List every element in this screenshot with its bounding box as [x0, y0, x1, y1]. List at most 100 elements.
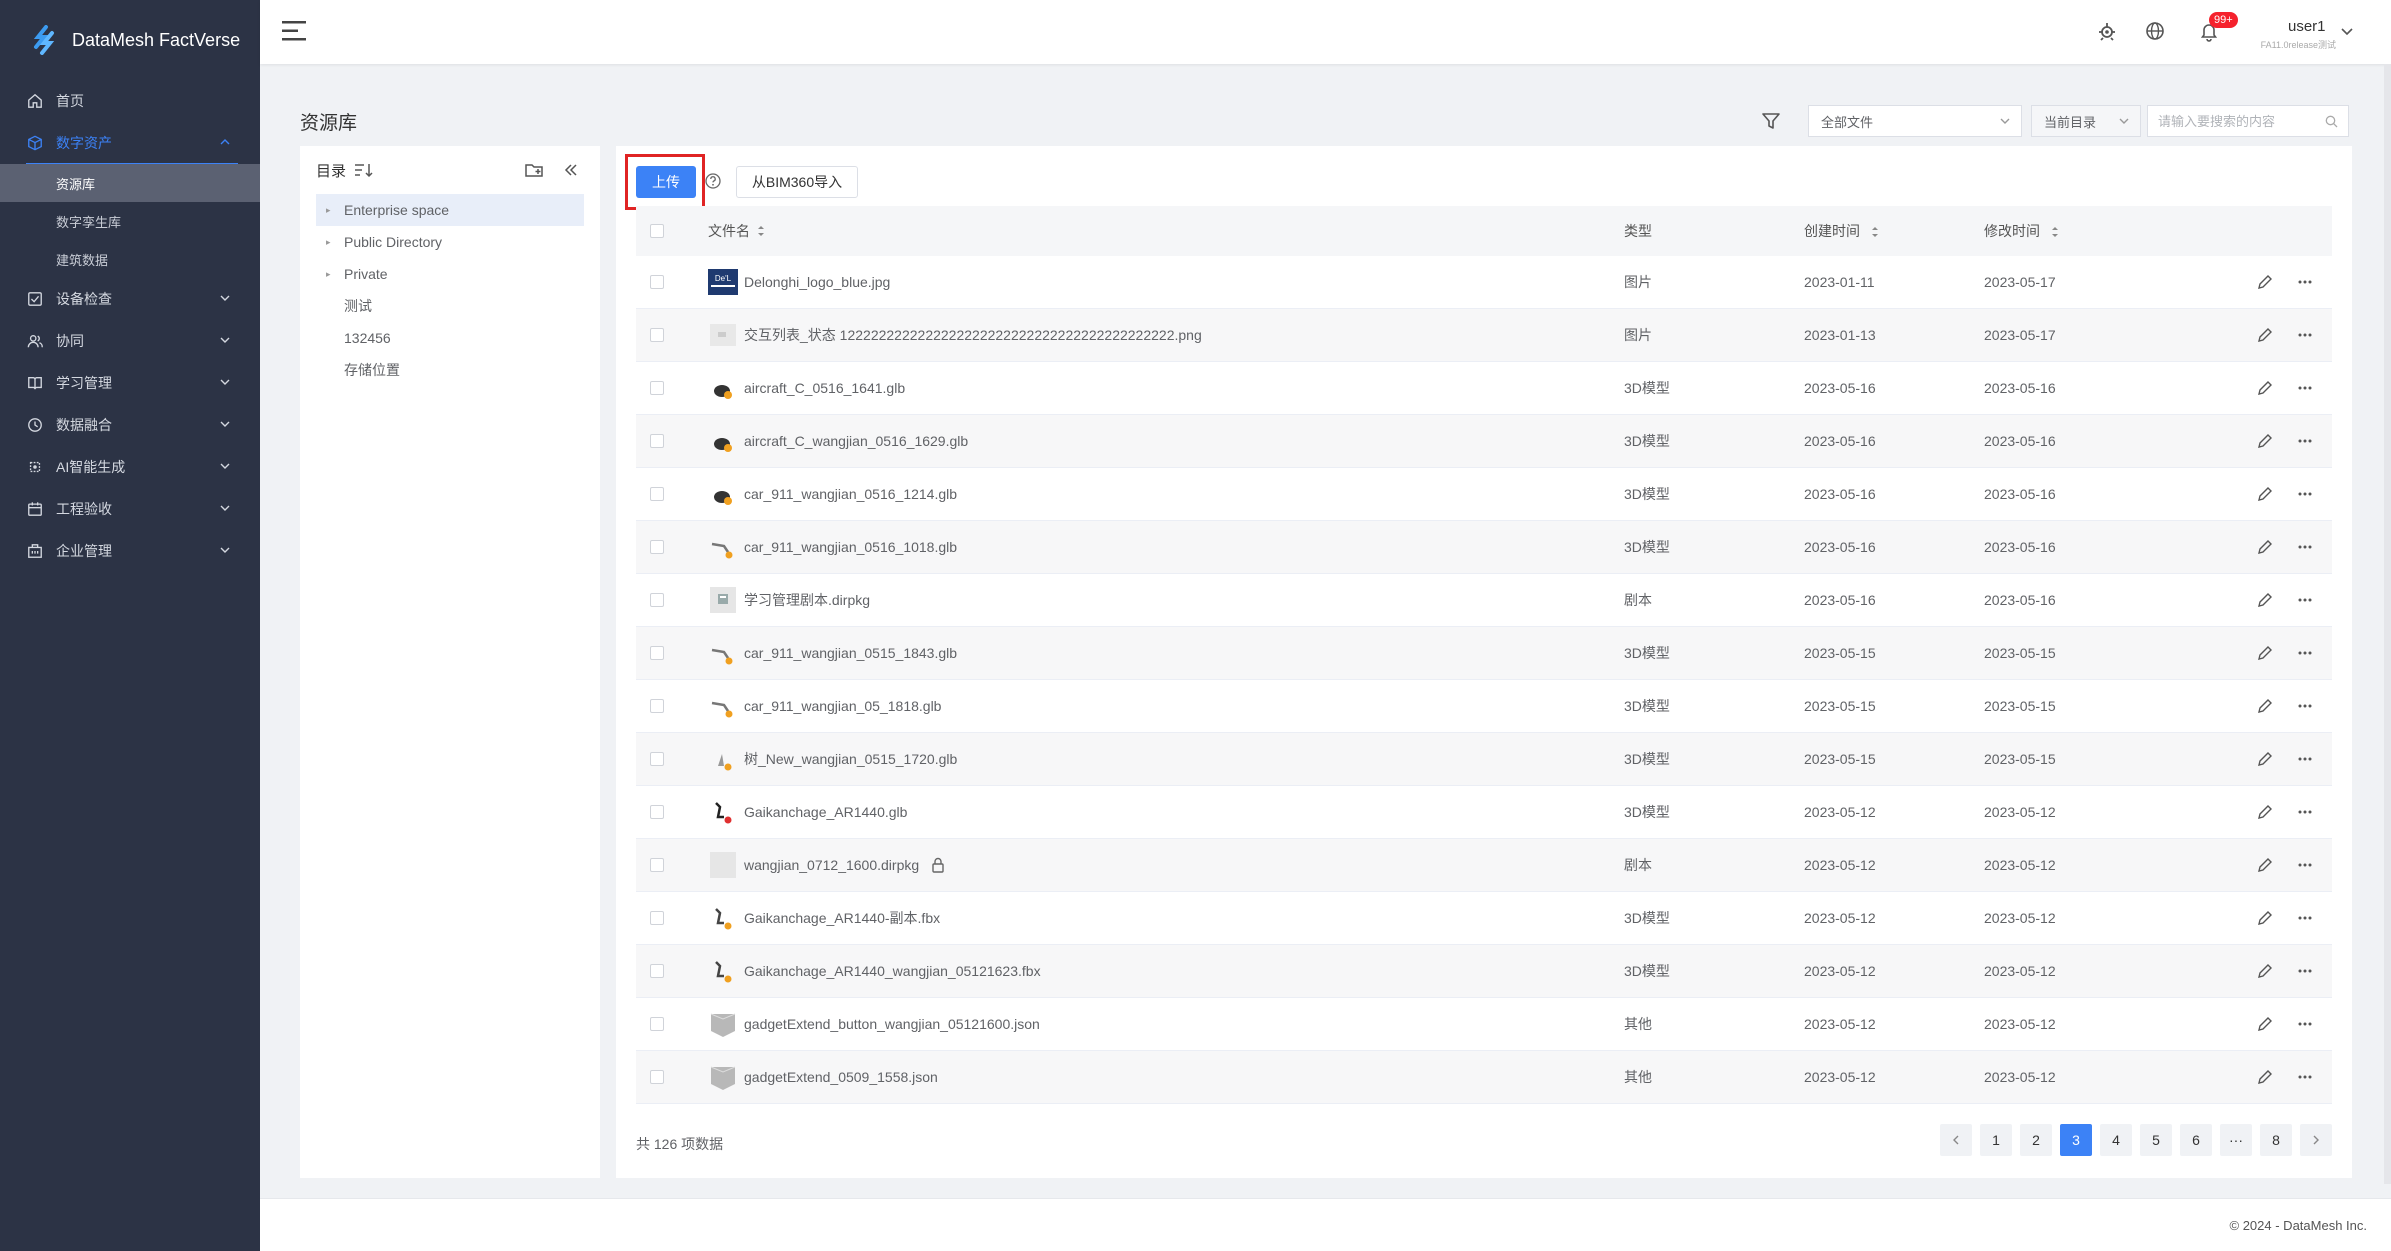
edit-icon[interactable] — [2256, 326, 2274, 344]
edit-icon[interactable] — [2256, 750, 2274, 768]
sort-icon[interactable] — [354, 162, 374, 178]
file-name-cell[interactable]: Gaikanchage_AR1440_wangjian_05121623.fbx — [708, 956, 1041, 986]
page-scrollbar[interactable] — [2384, 64, 2391, 1184]
col-modified-header[interactable]: 修改时间 — [1984, 221, 2060, 241]
row-checkbox[interactable] — [650, 487, 664, 501]
more-icon[interactable] — [2296, 485, 2314, 503]
table-row[interactable]: gadgetExtend_button_wangjian_05121600.js… — [636, 998, 2332, 1051]
row-checkbox[interactable] — [650, 593, 664, 607]
more-icon[interactable] — [2296, 1068, 2314, 1086]
table-row[interactable]: car_911_wangjian_0516_1214.glb 3D模型 2023-0… — [636, 468, 2332, 521]
more-icon[interactable] — [2296, 273, 2314, 291]
sidebar-item-5[interactable]: 数据融合 — [0, 404, 260, 446]
file-name-cell[interactable]: 树_New_wangjian_0515_1720.glb — [708, 744, 957, 774]
tree-node[interactable]: ▸ Private — [316, 258, 584, 290]
select-all-checkbox[interactable] — [650, 224, 664, 238]
page-button[interactable]: 5 — [2140, 1124, 2172, 1156]
edit-icon[interactable] — [2256, 856, 2274, 874]
row-checkbox[interactable] — [650, 540, 664, 554]
search-input[interactable] — [2158, 106, 2318, 136]
row-checkbox[interactable] — [650, 805, 664, 819]
menu-toggle-icon[interactable] — [282, 20, 308, 42]
edit-icon[interactable] — [2256, 909, 2274, 927]
more-icon[interactable] — [2296, 326, 2314, 344]
table-row[interactable]: aircraft_C_wangjian_0516_1629.glb 3D模型 202… — [636, 415, 2332, 468]
table-row[interactable]: car_911_wangjian_05_1818.glb 3D模型 2023-05-… — [636, 680, 2332, 733]
robot-icon[interactable] — [2096, 20, 2118, 42]
page-button[interactable]: 1 — [1980, 1124, 2012, 1156]
col-created-header[interactable]: 创建时间 — [1804, 221, 1880, 241]
page-button[interactable]: 8 — [2260, 1124, 2292, 1156]
more-icon[interactable] — [2296, 750, 2314, 768]
row-checkbox[interactable] — [650, 964, 664, 978]
sort-arrows-icon[interactable] — [1870, 225, 1880, 239]
edit-icon[interactable] — [2256, 697, 2274, 715]
user-name[interactable]: user1 — [2288, 18, 2326, 35]
more-icon[interactable] — [2296, 962, 2314, 980]
caret-right-icon[interactable]: ▸ — [326, 205, 338, 216]
sidebar-item-2[interactable]: 设备检查 — [0, 278, 260, 320]
edit-icon[interactable] — [2256, 432, 2274, 450]
file-name-cell[interactable]: 学习管理剧本.dirpkg — [708, 585, 870, 615]
edit-icon[interactable] — [2256, 273, 2274, 291]
table-row[interactable]: aircraft_C_0516_1641.glb 3D模型 2023-05-16 20… — [636, 362, 2332, 415]
table-row[interactable]: gadgetExtend_0509_1558.json 其他 2023-05-12 2… — [636, 1051, 2332, 1104]
file-name-cell[interactable]: Gaikanchage_AR1440.glb — [708, 797, 907, 827]
table-row[interactable]: Gaikanchage_AR1440_wangjian_05121623.fbx… — [636, 945, 2332, 998]
col-name-header[interactable]: 文件名 — [708, 221, 766, 241]
help-icon[interactable] — [704, 172, 722, 190]
next-page-icon[interactable] — [2300, 1124, 2332, 1156]
file-name-cell[interactable]: wangjian_0712_1600.dirpkg — [708, 850, 947, 880]
more-icon[interactable] — [2296, 538, 2314, 556]
table-row[interactable]: De'L Delonghi_logo_blue.jpg 图片 2023-01-11 20… — [636, 256, 2332, 309]
edit-icon[interactable] — [2256, 538, 2274, 556]
search-icon[interactable] — [2325, 115, 2338, 128]
more-icon[interactable] — [2296, 644, 2314, 662]
import-bim360-button[interactable]: 从BIM360导入 — [736, 166, 858, 198]
scope-select[interactable]: 当前目录 — [2031, 105, 2141, 137]
new-folder-icon[interactable] — [524, 160, 544, 180]
row-checkbox[interactable] — [650, 381, 664, 395]
row-checkbox[interactable] — [650, 434, 664, 448]
row-checkbox[interactable] — [650, 911, 664, 925]
table-row[interactable]: car_911_wangjian_0516_1018.glb 3D模型 2023-0… — [636, 521, 2332, 574]
sidebar-item-7[interactable]: 工程验收 — [0, 488, 260, 530]
file-name-cell[interactable]: car_911_wangjian_0516_1214.glb — [708, 479, 957, 509]
row-checkbox[interactable] — [650, 646, 664, 660]
page-button[interactable]: 3 — [2060, 1124, 2092, 1156]
row-checkbox[interactable] — [650, 699, 664, 713]
file-name-cell[interactable]: gadgetExtend_button_wangjian_05121600.js… — [708, 1009, 1040, 1039]
table-row[interactable]: 树_New_wangjian_0515_1720.glb 3D模型 2023-05-… — [636, 733, 2332, 786]
tree-node[interactable]: ▸ Public Directory — [316, 226, 584, 258]
filter-icon[interactable] — [1760, 110, 1782, 132]
sidebar-subitem-0[interactable]: 资源库 — [0, 164, 260, 202]
sidebar-item-6[interactable]: AI智能生成 — [0, 446, 260, 488]
sidebar-item-1[interactable]: 数字资产 — [0, 122, 260, 164]
row-checkbox[interactable] — [650, 275, 664, 289]
edit-icon[interactable] — [2256, 591, 2274, 609]
row-checkbox[interactable] — [650, 752, 664, 766]
file-name-cell[interactable]: car_911_wangjian_05_1818.glb — [708, 691, 941, 721]
collapse-panel-icon[interactable] — [562, 161, 580, 179]
tree-node[interactable]: ▸ Enterprise space — [316, 194, 584, 226]
sidebar-subitem-1[interactable]: 数字孪生库 — [0, 202, 260, 240]
file-type-select[interactable]: 全部文件 — [1808, 105, 2022, 137]
more-icon[interactable] — [2296, 1015, 2314, 1033]
more-icon[interactable] — [2296, 803, 2314, 821]
file-name-cell[interactable]: gadgetExtend_0509_1558.json — [708, 1062, 938, 1092]
chevron-down-icon[interactable] — [2340, 24, 2354, 38]
globe-icon[interactable] — [2144, 20, 2166, 42]
sidebar-item-8[interactable]: 企业管理 — [0, 530, 260, 572]
sidebar-item-4[interactable]: 学习管理 — [0, 362, 260, 404]
upload-button[interactable]: 上传 — [636, 166, 696, 198]
sidebar-item-3[interactable]: 协同 — [0, 320, 260, 362]
row-checkbox[interactable] — [650, 1017, 664, 1031]
caret-right-icon[interactable]: ▸ — [326, 269, 338, 280]
tree-node[interactable]: 测试 — [316, 290, 584, 322]
brand[interactable]: DataMesh FactVerse — [0, 0, 260, 80]
row-checkbox[interactable] — [650, 1070, 664, 1084]
page-ellipsis[interactable]: ··· — [2220, 1124, 2252, 1156]
page-button[interactable]: 2 — [2020, 1124, 2052, 1156]
file-name-cell[interactable]: car_911_wangjian_0515_1843.glb — [708, 638, 957, 668]
edit-icon[interactable] — [2256, 1015, 2274, 1033]
